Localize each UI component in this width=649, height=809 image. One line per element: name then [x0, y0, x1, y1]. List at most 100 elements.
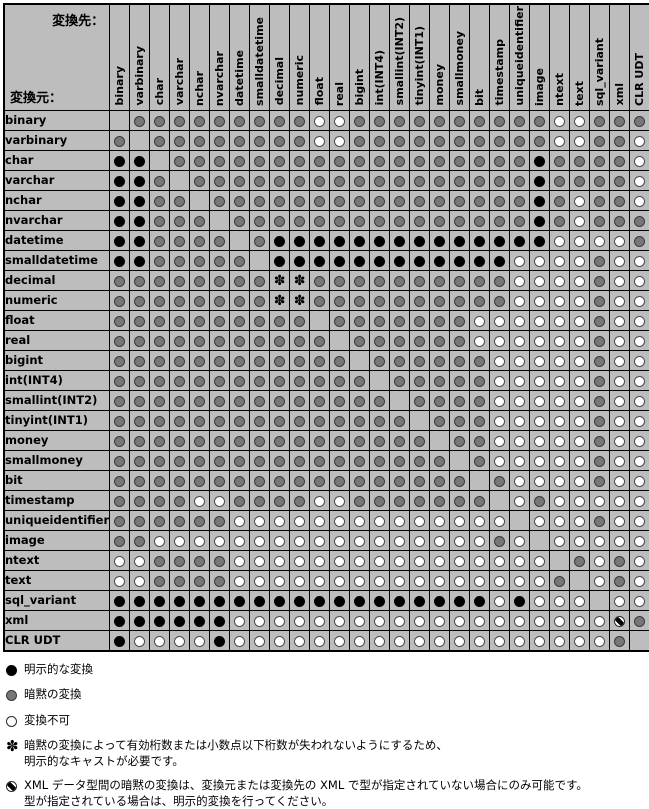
not-allowed-dot-icon — [474, 335, 486, 347]
implicit-dot-icon — [474, 275, 486, 287]
conversion-cell — [249, 169, 271, 191]
implicit-dot-icon — [534, 135, 546, 147]
conversion-cell — [509, 189, 531, 211]
conversion-cell — [149, 409, 171, 431]
conversion-cell — [389, 509, 411, 531]
conversion-cell — [629, 449, 649, 471]
conversion-cell — [349, 129, 371, 151]
conversion-cell — [609, 109, 631, 131]
explicit-dot-icon — [114, 235, 126, 247]
implicit-dot-icon — [414, 215, 426, 227]
not-allowed-dot-icon — [514, 255, 526, 267]
conversion-cell — [429, 589, 451, 611]
conversion-cell — [449, 109, 471, 131]
implicit-dot-icon — [114, 415, 126, 427]
implicit-dot-icon — [174, 375, 186, 387]
conversion-cell — [209, 489, 231, 511]
explicit-dot-icon — [194, 615, 206, 627]
implicit-dot-icon — [534, 495, 546, 507]
conversion-cell — [409, 309, 431, 331]
column-header-label: CLR UDT — [633, 52, 647, 106]
not-allowed-dot-icon — [514, 435, 526, 447]
not-allowed-dot-icon — [634, 315, 646, 327]
conversion-cell — [149, 229, 171, 251]
conversion-cell — [189, 349, 211, 371]
implicit-dot-icon — [434, 155, 446, 167]
to-label: 変換先： — [52, 14, 105, 29]
explicit-dot-icon — [414, 235, 426, 247]
row-header-tinyint-int1-: tinyint(INT1) — [3, 409, 111, 431]
implicit-dot-icon — [254, 295, 266, 307]
conversion-cell — [249, 289, 271, 311]
conversion-cell — [309, 229, 331, 251]
conversion-cell — [609, 609, 631, 631]
legend-mark — [6, 662, 24, 679]
conversion-cell — [269, 189, 291, 211]
conversion-cell — [509, 569, 531, 591]
implicit-dot-icon — [334, 435, 346, 447]
not-allowed-dot-icon — [554, 355, 566, 367]
conversion-cell — [629, 629, 649, 652]
not-allowed-dot-icon — [234, 535, 246, 547]
implicit-dot-icon — [134, 495, 146, 507]
not-allowed-dot-icon — [374, 515, 386, 527]
implicit-dot-icon — [594, 275, 606, 287]
conversion-cell — [409, 629, 431, 652]
row-header-text: text — [3, 569, 111, 591]
conversion-cell — [249, 329, 271, 351]
explicit-dot-icon — [534, 175, 546, 187]
implicit-dot-icon — [354, 195, 366, 207]
column-header-real: real — [329, 3, 351, 111]
conversion-cell — [109, 449, 131, 471]
conversion-cell — [529, 409, 551, 431]
conversion-cell — [149, 469, 171, 491]
implicit-dot-icon — [194, 475, 206, 487]
implicit-dot-icon — [214, 555, 226, 567]
conversion-cell — [289, 369, 311, 391]
conversion-cell — [409, 409, 431, 431]
conversion-cell — [629, 189, 649, 211]
conversion-cell — [469, 389, 491, 411]
conversion-cell — [189, 549, 211, 571]
not-allowed-dot-icon — [554, 375, 566, 387]
conversion-cell — [489, 269, 511, 291]
conversion-cell — [169, 149, 191, 171]
conversion-cell — [329, 569, 351, 591]
column-header-label: nchar — [193, 70, 207, 106]
conversion-cell — [149, 149, 171, 171]
not-allowed-dot-icon — [254, 535, 266, 547]
implicit-dot-icon — [314, 395, 326, 407]
implicit-dot-icon — [494, 295, 506, 307]
implicit-dot-icon — [174, 155, 186, 167]
conversion-cell — [589, 469, 611, 491]
conversion-cell — [169, 169, 191, 191]
conversion-cell — [549, 549, 571, 571]
conversion-cell — [109, 389, 131, 411]
conversion-cell — [269, 349, 291, 371]
column-header-int-int4-: int(INT4) — [369, 3, 391, 111]
conversion-cell — [589, 569, 611, 591]
conversion-cell — [569, 429, 591, 451]
conversion-cell — [249, 409, 271, 431]
implicit-dot-icon — [154, 355, 166, 367]
implicit-dot-icon — [594, 175, 606, 187]
column-header-tinyint-int1-: tinyint(INT1) — [409, 3, 431, 111]
implicit-dot-icon — [354, 175, 366, 187]
implicit-dot-icon — [314, 155, 326, 167]
legend-mark — [6, 687, 24, 704]
conversion-cell — [549, 209, 571, 231]
conversion-cell — [489, 589, 511, 611]
not-allowed-dot-icon — [534, 615, 546, 627]
conversion-cell — [189, 249, 211, 271]
implicit-dot-icon — [194, 415, 206, 427]
conversion-cell — [609, 429, 631, 451]
row-header-decimal: decimal — [3, 269, 111, 291]
not-allowed-dot-icon — [574, 415, 586, 427]
not-allowed-dot-icon — [634, 355, 646, 367]
implicit-dot-icon — [434, 195, 446, 207]
conversion-cell — [529, 589, 551, 611]
conversion-cell — [369, 469, 391, 491]
conversion-cell — [209, 549, 231, 571]
not-allowed-dot-icon — [574, 235, 586, 247]
conversion-cell — [309, 249, 331, 271]
